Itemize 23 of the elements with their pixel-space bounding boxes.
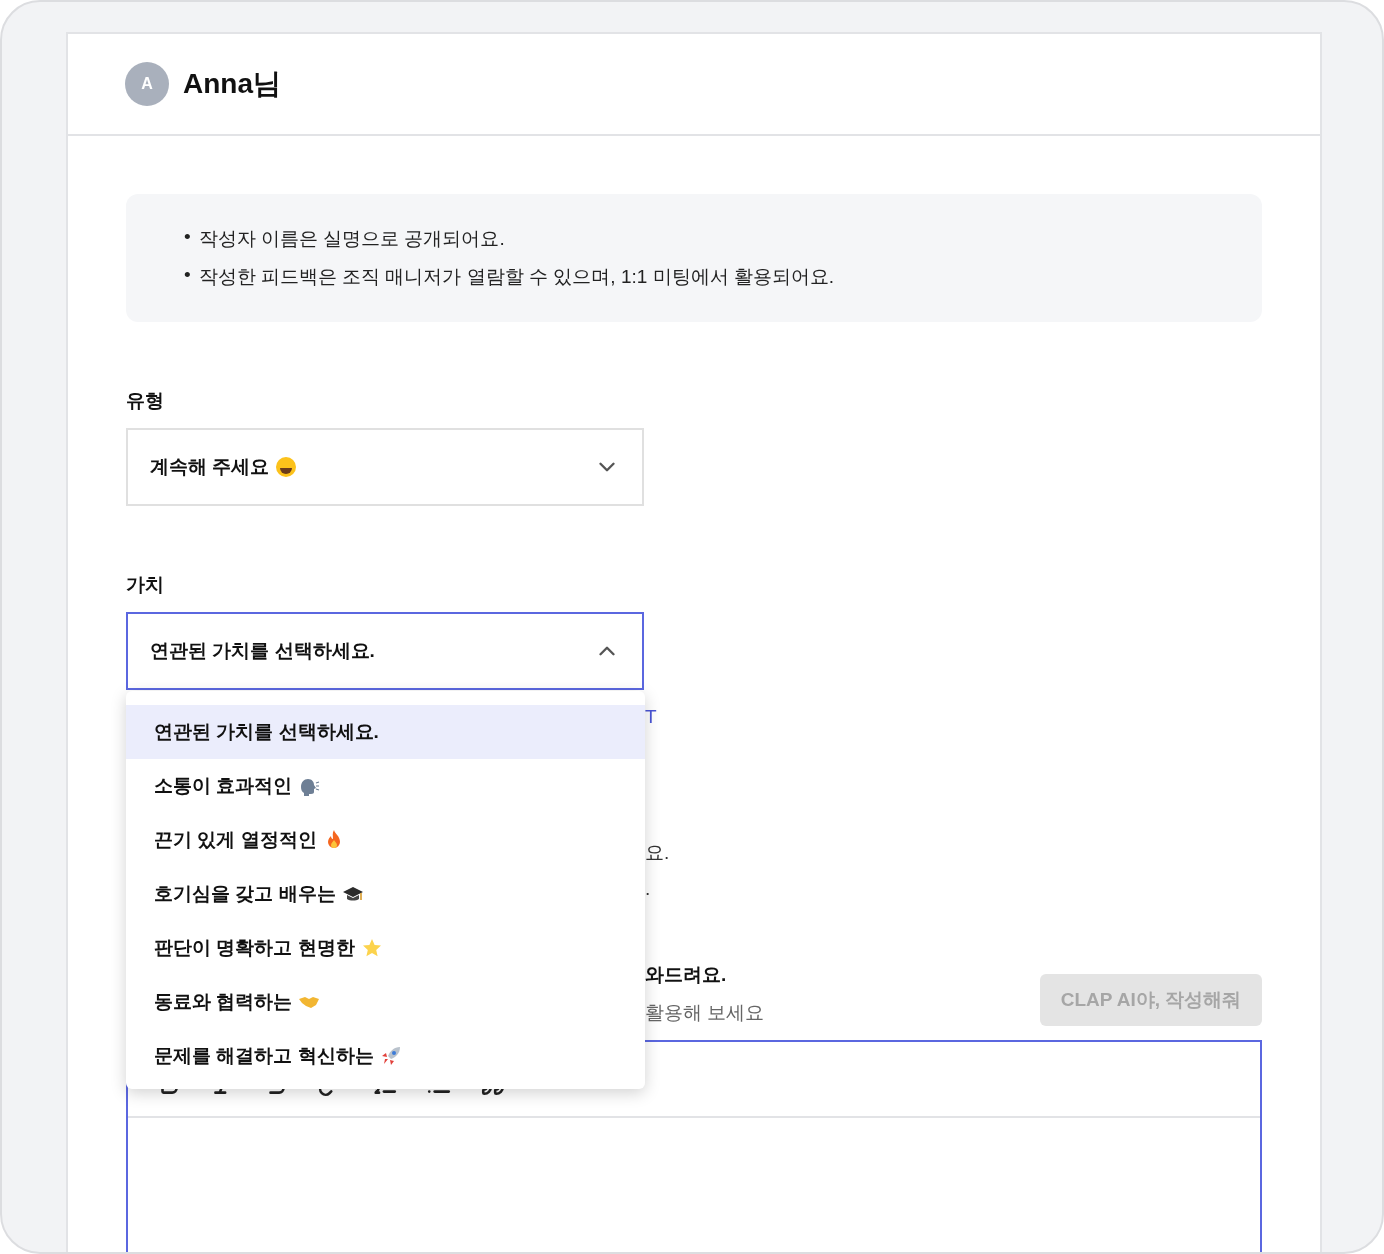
bullet: • <box>184 226 191 249</box>
notice-text: 작성한 피드백은 조직 매니저가 열람할 수 있으며, 1:1 미팅에서 활용되어요. <box>198 265 835 289</box>
guide-text: . <box>645 878 651 900</box>
dropdown-option[interactable]: 동료와 협력하는 <box>126 975 645 1029</box>
field-label: 가치 <box>126 573 165 597</box>
link[interactable]: T <box>645 706 657 728</box>
dropdown-option[interactable]: 판단이 명확하고 현명한 <box>126 921 645 975</box>
field-label: 유형 <box>126 389 165 413</box>
section-heading: 와드려요. <box>645 963 728 987</box>
dropdown-option[interactable]: 끈기 있게 열정적인 <box>126 813 645 867</box>
dropdown-option[interactable]: 문제를 해결하고 혁신하는 <box>126 1029 645 1083</box>
dropdown-option[interactable]: 소통이 효과적인 <box>126 759 645 813</box>
avatar: A <box>125 62 169 106</box>
laughing-emoji-icon <box>275 456 298 478</box>
bullet: • <box>184 264 191 287</box>
dropdown-option[interactable]: 호기심을 갖고 배우는 <box>126 867 645 921</box>
dropdown-option[interactable]: 연관된 가치를 선택하세요. <box>126 705 645 759</box>
user-name: Anna님 <box>183 67 281 101</box>
guide-text: 요. <box>645 841 670 865</box>
type-select[interactable]: 계속해 주세요 <box>126 428 644 506</box>
notice-text: 작성자 이름은 실명으로 공개되어요. <box>198 227 505 251</box>
value-select[interactable]: 연관된 가치를 선택하세요. <box>126 612 644 690</box>
hint-text: 활용해 보세요 <box>645 1001 765 1025</box>
